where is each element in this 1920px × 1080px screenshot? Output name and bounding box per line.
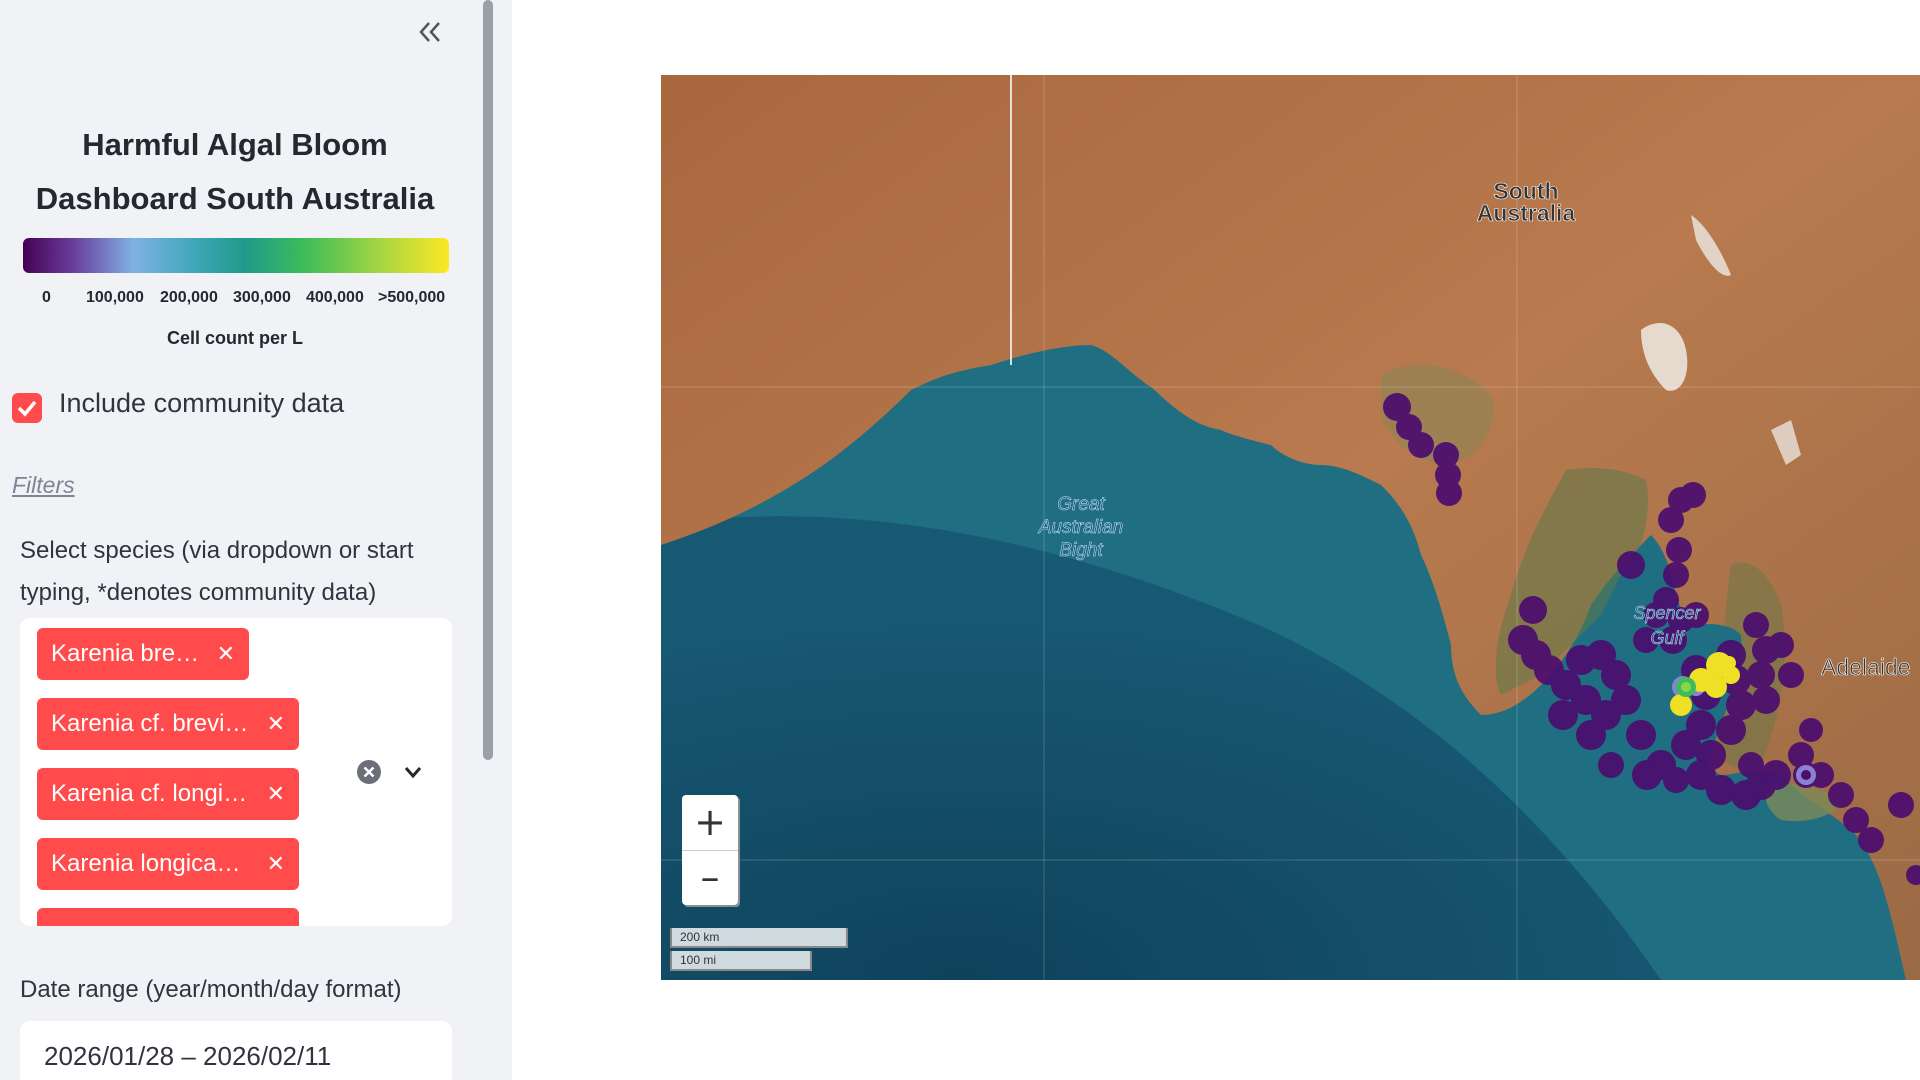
species-tag: Karenia brevis ✕ [37,628,249,680]
sidebar: Harmful Algal Bloom Dashboard South Aust… [0,0,512,1080]
colorbar-tick: 300,000 [233,289,291,306]
zoom-control: + – [682,795,738,905]
zoom-out-button[interactable]: – [682,850,738,905]
species-tag-label: Karenia cf. brevi… [51,710,249,737]
title-line-2: Dashboard South Australia [35,181,435,216]
zoom-in-button[interactable]: + [682,795,738,850]
map[interactable]: South Australia Great Australian Bight S… [661,75,1920,980]
sidebar-scrollbar[interactable] [483,0,493,760]
scale-bar-km: 200 km [670,928,848,948]
date-range-input[interactable] [20,1021,452,1080]
region-label: South Australia [1476,178,1576,226]
scale-bar-mi: 100 mi [670,951,812,971]
species-select-label: Select species (via dropdown or start ty… [20,537,414,606]
community-data-label[interactable]: Include community data [59,388,344,419]
remove-tag-icon[interactable]: ✕ [203,641,235,667]
checkmark-icon [17,400,37,417]
colorbar-tick: 400,000 [306,289,364,306]
clear-icon [357,760,381,784]
remove-tag-icon[interactable]: ✕ [253,851,285,877]
colorbar-tick: 100,000 [86,289,144,306]
gulf-label: Spencer Gulf [1633,603,1701,649]
species-tag-label: Karenia longica… [51,850,241,877]
community-data-checkbox[interactable] [12,393,42,423]
remove-tag-icon[interactable]: ✕ [253,711,285,737]
date-range-label: Date range (year/month/day format) [20,976,402,1003]
colorbar [23,238,449,273]
title-line-1: Harmful Algal Bloom [82,127,388,162]
species-tag: Karenia cf. longi… ✕ [37,768,299,820]
collapse-sidebar-button[interactable] [412,14,448,50]
chevron-double-left-icon [419,22,440,42]
remove-tag-icon[interactable]: ✕ [253,781,285,807]
city-label: Adelaide [1821,654,1911,680]
species-tag-partial [37,908,299,926]
clear-selection-button[interactable] [356,759,382,785]
chevron-down-icon [404,767,422,779]
species-tag: Karenia longica… ✕ [37,838,299,890]
colorbar-label: Cell count per L [166,328,303,348]
species-multiselect[interactable]: Karenia brevis ✕ Karenia cf. brevi… ✕ Ka… [20,618,452,926]
species-tag: Karenia cf. brevi… ✕ [37,698,299,750]
map-basemap [661,75,1920,980]
colorbar-tick: >500,000 [378,289,446,306]
species-tag-label: Karenia brevis [51,640,203,667]
dropdown-toggle-button[interactable] [401,760,425,784]
colorbar-tick: 0 [42,289,51,306]
filters-heading: Filters [12,472,75,498]
species-tag-label: Karenia cf. longi… [51,780,248,807]
page-title: Harmful Algal Bloom Dashboard South Aust… [20,118,450,226]
colorbar-tick: 200,000 [160,289,218,306]
bight-label: Great Australian Bight [1038,494,1124,562]
